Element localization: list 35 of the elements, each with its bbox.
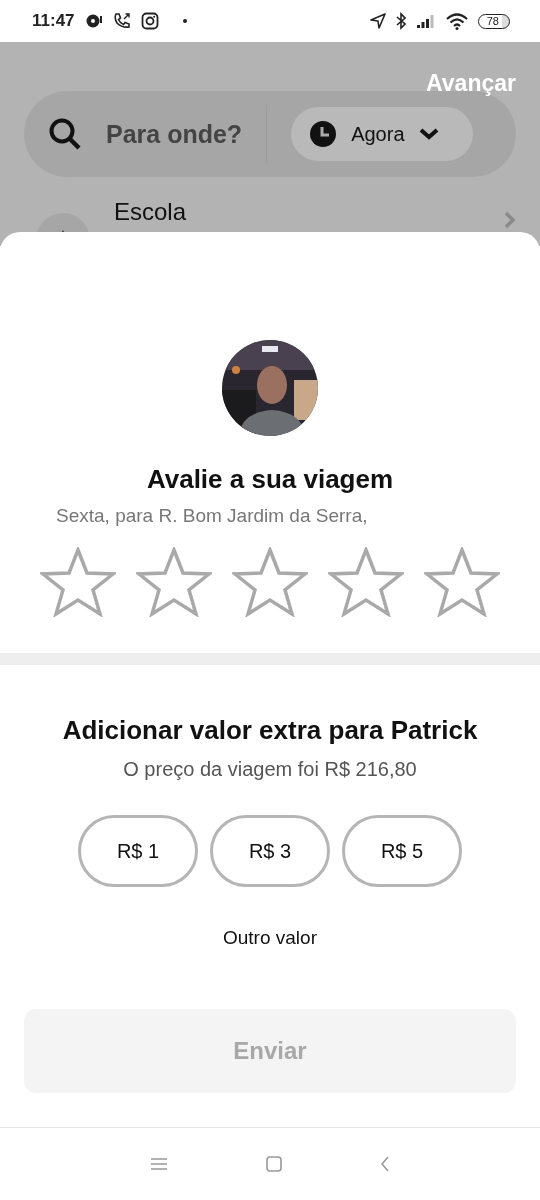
star-icon <box>136 547 212 617</box>
wifi-icon <box>445 12 468 30</box>
star-icon <box>328 547 404 617</box>
star-icon <box>232 547 308 617</box>
star-icon <box>424 547 500 617</box>
place-name: Escola <box>114 197 187 227</box>
back-icon <box>380 1156 390 1172</box>
location-arrow-icon <box>369 13 386 29</box>
signal-icon <box>415 13 436 29</box>
clock-icon <box>309 120 338 148</box>
camera-icon <box>140 12 159 30</box>
bluetooth-icon <box>395 12 406 30</box>
time-dropdown[interactable]: Agora <box>291 107 473 161</box>
clock-time: 11:47 <box>32 11 75 31</box>
chevron-down-icon <box>418 127 439 141</box>
heading: Avalie a sua viagem <box>146 464 394 495</box>
heading: Adicionar valor extra para Patrick <box>62 715 478 746</box>
search-placeholder: Para onde? <box>106 119 243 149</box>
phone-icon <box>112 12 131 30</box>
trip-description: Sexta, para R. Bom Jardim da Serra, <box>56 505 368 527</box>
chevron-right-icon <box>504 211 516 229</box>
star-icon <box>40 547 116 617</box>
search-icon <box>48 117 82 151</box>
tip-option[interactable]: R$ 1 <box>78 815 198 887</box>
other-amount-link[interactable]: Outro valor <box>223 927 317 949</box>
battery-level: 78 <box>477 13 510 29</box>
tip-option[interactable]: R$ 3 <box>210 815 330 887</box>
time-label: Agora <box>351 122 405 146</box>
dot-icon <box>182 19 187 23</box>
star-rating[interactable] <box>40 547 500 617</box>
disc-icon <box>84 13 103 29</box>
trip-price: O preço da viagem foi R$ 216,80 <box>123 758 417 781</box>
menu-icon <box>150 1157 168 1171</box>
tip-option[interactable]: R$ 5 <box>342 815 462 887</box>
home-icon <box>266 1156 282 1172</box>
